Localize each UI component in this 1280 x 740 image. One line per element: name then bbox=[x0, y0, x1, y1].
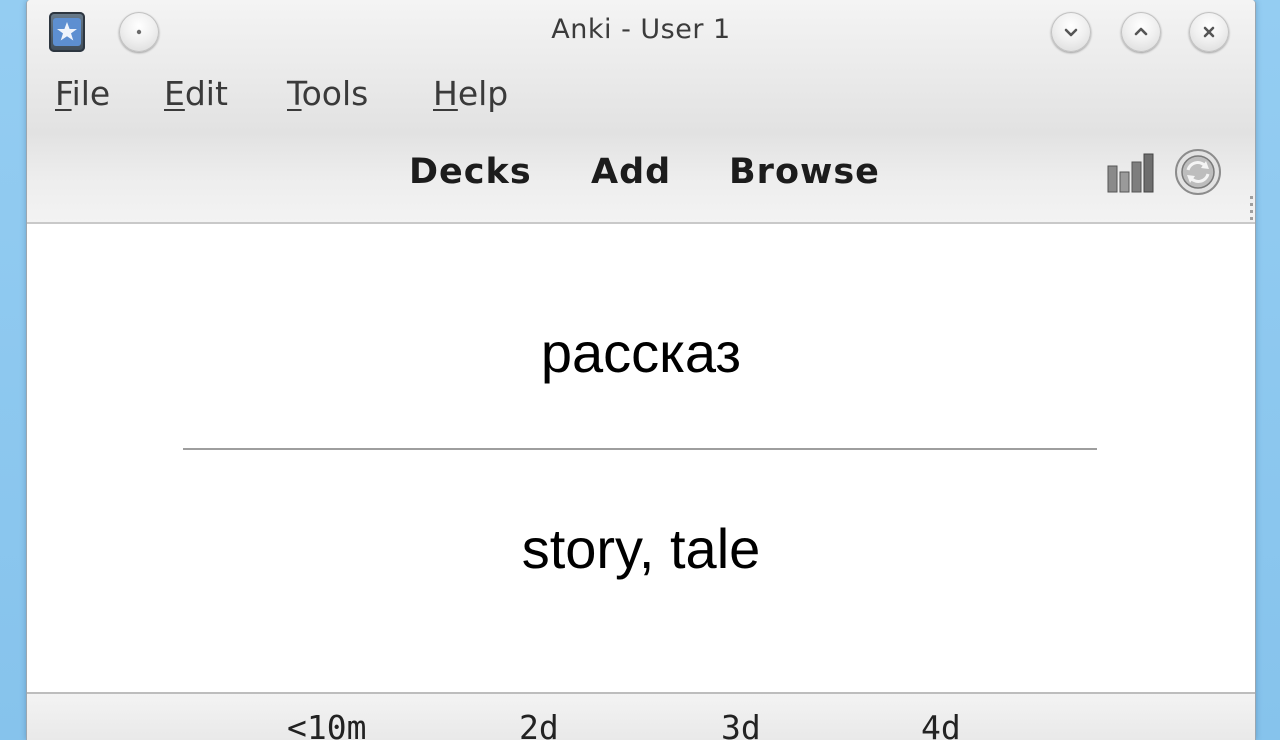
menu-help-label: elp bbox=[457, 74, 509, 113]
menu-edit[interactable]: Edit bbox=[164, 74, 228, 113]
chevron-down-icon[interactable] bbox=[1051, 12, 1091, 52]
ease-again-interval[interactable]: <10m bbox=[287, 708, 366, 740]
anki-main-window: Anki - User 1 File Edit Tools Help Decks… bbox=[26, 0, 1256, 740]
menu-help-mnemonic: H bbox=[433, 74, 458, 113]
menu-edit-mnemonic: E bbox=[164, 74, 185, 113]
window-chrome: Anki - User 1 File Edit Tools Help Decks… bbox=[27, 0, 1255, 224]
menu-file-label: ile bbox=[71, 74, 111, 113]
answer-bar: <10m 2d 3d 4d bbox=[27, 692, 1255, 740]
ease-good-interval[interactable]: 3d bbox=[721, 708, 761, 740]
browse-link[interactable]: Browse bbox=[729, 152, 880, 192]
menu-file[interactable]: File bbox=[55, 74, 110, 113]
ease-hard-interval[interactable]: 2d bbox=[519, 708, 559, 740]
menu-help[interactable]: Help bbox=[433, 74, 508, 113]
menu-tools[interactable]: Tools bbox=[287, 74, 368, 113]
menu-edit-label: dit bbox=[184, 74, 228, 113]
splitter-grip[interactable] bbox=[1250, 196, 1253, 222]
decks-link[interactable]: Decks bbox=[409, 152, 532, 192]
card-view: рассказ story, tale bbox=[27, 224, 1255, 692]
stats-icon[interactable] bbox=[1105, 148, 1155, 198]
ease-easy-interval[interactable]: 4d bbox=[921, 708, 961, 740]
desktop-background: Anki - User 1 File Edit Tools Help Decks… bbox=[0, 0, 1280, 740]
card-front-text: рассказ bbox=[540, 321, 742, 384]
menu-tools-label: ools bbox=[301, 74, 369, 113]
sync-icon[interactable] bbox=[1173, 147, 1223, 197]
chevron-up-icon[interactable] bbox=[1121, 12, 1161, 52]
menu-tools-mnemonic: T bbox=[287, 74, 302, 113]
answer-divider bbox=[183, 448, 1097, 450]
main-toolbar: Decks Add Browse bbox=[27, 130, 1255, 222]
menu-bar: File Edit Tools Help bbox=[27, 70, 1255, 124]
card-back-text: story, tale bbox=[521, 517, 761, 580]
menu-file-mnemonic: F bbox=[55, 74, 72, 113]
close-icon[interactable] bbox=[1189, 12, 1229, 52]
add-link[interactable]: Add bbox=[591, 152, 671, 192]
title-bar[interactable]: Anki - User 1 bbox=[27, 0, 1255, 64]
